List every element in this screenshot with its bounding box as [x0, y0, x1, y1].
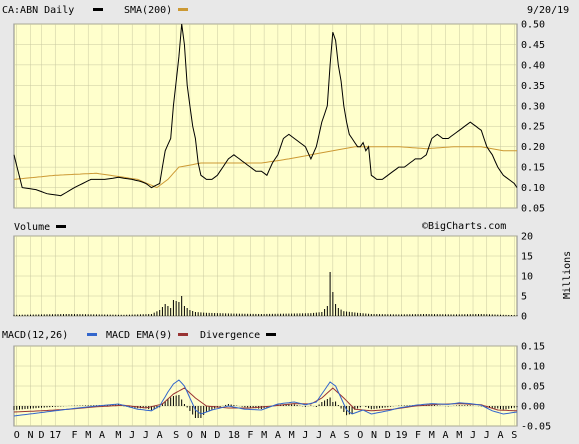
- price-legend-swatch: [93, 8, 103, 11]
- x-tick-label: N: [371, 430, 377, 441]
- price-legend-label: CA:ABN Daily: [2, 5, 74, 16]
- x-tick-label: N: [201, 430, 207, 441]
- y-tick-label: 0.05: [521, 204, 545, 215]
- y-tick-label: 0.15: [521, 163, 545, 174]
- x-tick-label: M: [456, 430, 462, 441]
- y-tick-label: 0: [521, 312, 527, 323]
- volume-axis-label: Millions: [562, 251, 573, 299]
- sma-legend-swatch: [178, 8, 188, 11]
- x-tick-label: A: [497, 430, 503, 441]
- x-tick-label: J: [316, 430, 322, 441]
- x-tick-label: M: [429, 430, 435, 441]
- x-tick-label: D: [385, 430, 391, 441]
- x-tick-label: D: [214, 430, 220, 441]
- y-tick-label: 5: [521, 292, 527, 303]
- sma-legend-label: SMA(200): [124, 5, 172, 16]
- y-tick-label: 0.20: [521, 142, 545, 153]
- y-tick-label: 20: [521, 232, 533, 243]
- x-tick-label: F: [71, 430, 77, 441]
- x-tick-label: J: [143, 430, 149, 441]
- volume-legend-label: Volume: [14, 222, 50, 233]
- x-tick-label: D: [38, 430, 44, 441]
- volume-legend-swatch: [56, 225, 66, 228]
- stock-chart: CA:ABN Daily SMA(200) 9/20/19 0.500.450.…: [2, 5, 573, 441]
- macd-legend-swatch: [87, 333, 97, 336]
- y-tick-label: 15: [521, 252, 533, 263]
- x-axis-month-labels: O N D 17 F M A M J J A S O N D 18 F M A M J J A S O N D 19 F M A M J J A S: [14, 430, 518, 441]
- y-tick-label: 0.45: [521, 40, 545, 51]
- y-tick-label: 0.40: [521, 60, 545, 71]
- x-tick-label: J: [302, 430, 308, 441]
- x-tick-label: 19: [396, 430, 408, 441]
- macd-ema-legend-label: MACD EMA(9): [106, 330, 172, 341]
- x-tick-label: S: [511, 430, 517, 441]
- x-tick-label: M: [115, 430, 121, 441]
- y-tick-label: 0.25: [521, 122, 545, 133]
- x-tick-label: F: [415, 430, 421, 441]
- x-tick-label: 17: [49, 430, 61, 441]
- x-tick-label: O: [14, 430, 20, 441]
- y-tick-label: 0.35: [521, 81, 545, 92]
- date-label: 9/20/19: [527, 5, 569, 16]
- y-tick-label: 0.00: [521, 402, 545, 413]
- x-tick-label: A: [275, 430, 281, 441]
- x-tick-label: J: [470, 430, 476, 441]
- x-tick-label: 18: [228, 430, 240, 441]
- y-tick-label: 0.10: [521, 362, 545, 373]
- y-tick-label: 0.10: [521, 183, 545, 194]
- x-tick-label: S: [173, 430, 179, 441]
- x-tick-label: F: [247, 430, 253, 441]
- x-tick-label: O: [357, 430, 363, 441]
- credit-label: ©BigCharts.com: [422, 221, 506, 232]
- y-tick-label: -0.05: [521, 422, 551, 433]
- x-tick-label: J: [129, 430, 135, 441]
- y-tick-label: 0.30: [521, 101, 545, 112]
- x-tick-label: O: [187, 430, 193, 441]
- x-tick-label: A: [330, 430, 336, 441]
- x-tick-label: M: [261, 430, 267, 441]
- y-tick-label: 10: [521, 272, 533, 283]
- divergence-legend-label: Divergence: [200, 330, 260, 341]
- y-tick-label: 0.15: [521, 342, 545, 353]
- x-tick-label: M: [85, 430, 91, 441]
- x-tick-label: S: [344, 430, 350, 441]
- x-tick-label: M: [289, 430, 295, 441]
- x-tick-label: N: [27, 430, 33, 441]
- macd-ema-legend-swatch: [178, 333, 188, 336]
- x-tick-label: J: [484, 430, 490, 441]
- volume-y-tick-labels: 20 15 10 5 0: [521, 232, 533, 323]
- y-tick-label: 0.05: [521, 382, 545, 393]
- divergence-legend-swatch: [266, 333, 276, 336]
- x-tick-label: A: [157, 430, 163, 441]
- price-y-tick-labels: 0.50 0.45 0.40 0.35 0.30 0.25 0.20 0.15 0.10 0.05: [521, 20, 545, 215]
- y-tick-label: 0.50: [521, 20, 545, 31]
- x-tick-label: A: [443, 430, 449, 441]
- x-tick-label: A: [99, 430, 105, 441]
- macd-legend-label: MACD(12,26): [2, 330, 68, 341]
- macd-y-tick-labels: 0.15 0.10 0.05 0.00 -0.05: [521, 342, 551, 433]
